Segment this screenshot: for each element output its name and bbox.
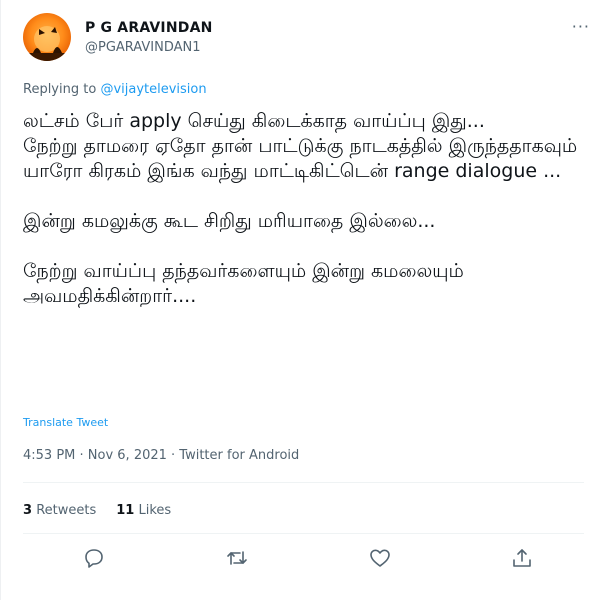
- retweets-label: Retweets: [36, 503, 97, 518]
- mention-link[interactable]: @vijaytelevision: [100, 82, 206, 97]
- heart-icon[interactable]: [368, 546, 392, 570]
- translate-tweet-link[interactable]: Translate Tweet: [23, 416, 108, 429]
- replying-to: Replying to @vijaytelevision: [23, 82, 207, 97]
- tweet-timestamp[interactable]: 4:53 PM · Nov 6, 2021 · Twitter for Andr…: [23, 448, 299, 463]
- retweet-icon[interactable]: [225, 546, 249, 570]
- share-icon[interactable]: [510, 546, 534, 570]
- replying-to-label: Replying to: [23, 82, 101, 97]
- divider: [23, 533, 584, 534]
- display-name[interactable]: P G ARAVINDAN: [85, 20, 213, 36]
- user-handle[interactable]: @PGARAVINDAN1: [85, 40, 201, 55]
- avatar-image: [23, 26, 71, 61]
- more-options-icon[interactable]: ···: [572, 17, 590, 36]
- tweet-card: P G ARAVINDAN @PGARAVINDAN1 ··· Replying…: [0, 0, 600, 600]
- tweet-text: லட்சம் பேர் apply செய்து கிடைக்காத வாய்ப…: [23, 110, 578, 307]
- engagement-stats: 3 Retweets 11 Likes: [23, 503, 171, 518]
- avatar[interactable]: [23, 13, 71, 61]
- likes-count: 11: [116, 503, 135, 518]
- reply-icon[interactable]: [82, 546, 106, 570]
- action-bar: [1, 546, 600, 576]
- retweets-count: 3: [23, 503, 33, 518]
- likes-stat[interactable]: 11 Likes: [116, 503, 171, 518]
- retweets-stat[interactable]: 3 Retweets: [23, 503, 96, 518]
- divider: [23, 482, 584, 483]
- likes-label: Likes: [138, 503, 172, 518]
